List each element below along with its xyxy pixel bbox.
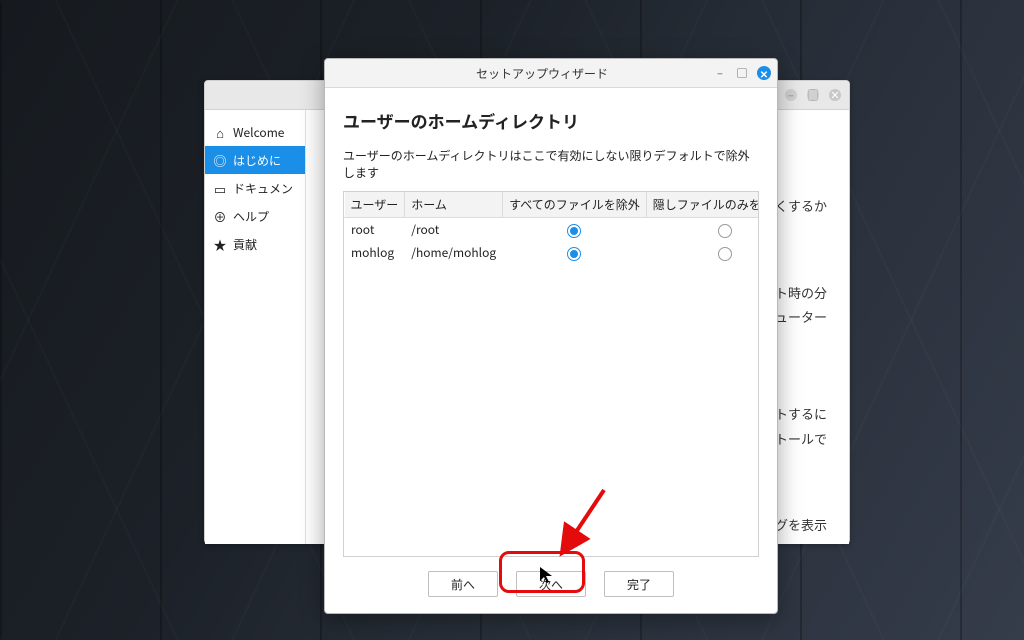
wizard-titlebar: セットアップウィザード – □ ✕ (325, 59, 777, 88)
maximize-icon[interactable]: □ (735, 66, 749, 80)
maximize-icon[interactable]: ▢ (807, 89, 819, 101)
sidebar-item-help[interactable]: ⊕ ヘルプ (205, 202, 305, 230)
radio-exclude-all[interactable] (567, 247, 581, 261)
minimize-icon[interactable]: – (785, 89, 797, 101)
col-home[interactable]: ホーム (405, 192, 503, 218)
cell-user: mohlog (345, 241, 405, 264)
col-exclude[interactable]: すべてのファイルを除外 (503, 192, 647, 218)
radio-exclude-all[interactable] (567, 224, 581, 238)
page-description: ユーザーのホームディレクトリはここで有効にしない限りデフォルトで除外します (343, 147, 759, 181)
table-row: mohlog/home/mohlog (345, 241, 760, 264)
sidebar-item-label: ドキュメン (233, 180, 293, 197)
next-button[interactable]: 次へ (516, 571, 586, 597)
welcome-sidebar: ⌂ Welcome ◎ はじめに ▭ ドキュメン ⊕ ヘルプ ★ 貢献 (205, 110, 306, 544)
close-icon[interactable]: ✕ (757, 66, 771, 80)
help-icon: ⊕ (213, 210, 227, 223)
star-icon: ★ (213, 238, 227, 251)
home-icon: ⌂ (213, 126, 227, 139)
setup-wizard-window: セットアップウィザード – □ ✕ ユーザーのホームディレクトリ ユーザーのホー… (324, 58, 778, 614)
col-user[interactable]: ユーザー (345, 192, 405, 218)
sidebar-item-label: Welcome (233, 124, 284, 141)
window-title: セットアップウィザード (377, 65, 707, 82)
sidebar-item-contribute[interactable]: ★ 貢献 (205, 230, 305, 258)
done-button[interactable]: 完了 (604, 571, 674, 597)
col-hidden[interactable]: 隠しファイルのみを含める (646, 192, 759, 218)
prev-button[interactable]: 前へ (428, 571, 498, 597)
users-table: ユーザー ホーム すべてのファイルを除外 隠しファイルのみを含める すべてのファ… (343, 191, 759, 557)
wizard-footer: 前へ 次へ 完了 (343, 557, 759, 613)
sidebar-item-getting-started[interactable]: ◎ はじめに (205, 146, 305, 174)
radio-hidden-only[interactable] (718, 224, 732, 238)
book-icon: ▭ (213, 182, 227, 195)
cell-home: /home/mohlog (405, 241, 503, 264)
page-title: ユーザーのホームディレクトリ (343, 108, 759, 133)
cell-user: root (345, 218, 405, 242)
table-row: root/root (345, 218, 760, 242)
minimize-icon[interactable]: – (713, 66, 727, 80)
close-icon[interactable]: ✕ (829, 89, 841, 101)
sidebar-item-label: はじめに (233, 152, 281, 169)
sidebar-item-label: ヘルプ (233, 208, 269, 225)
sidebar-item-docs[interactable]: ▭ ドキュメン (205, 174, 305, 202)
sidebar-item-label: 貢献 (233, 236, 257, 253)
bulb-icon: ◎ (213, 154, 227, 167)
radio-hidden-only[interactable] (718, 247, 732, 261)
cell-home: /root (405, 218, 503, 242)
sidebar-item-welcome[interactable]: ⌂ Welcome (205, 118, 305, 146)
